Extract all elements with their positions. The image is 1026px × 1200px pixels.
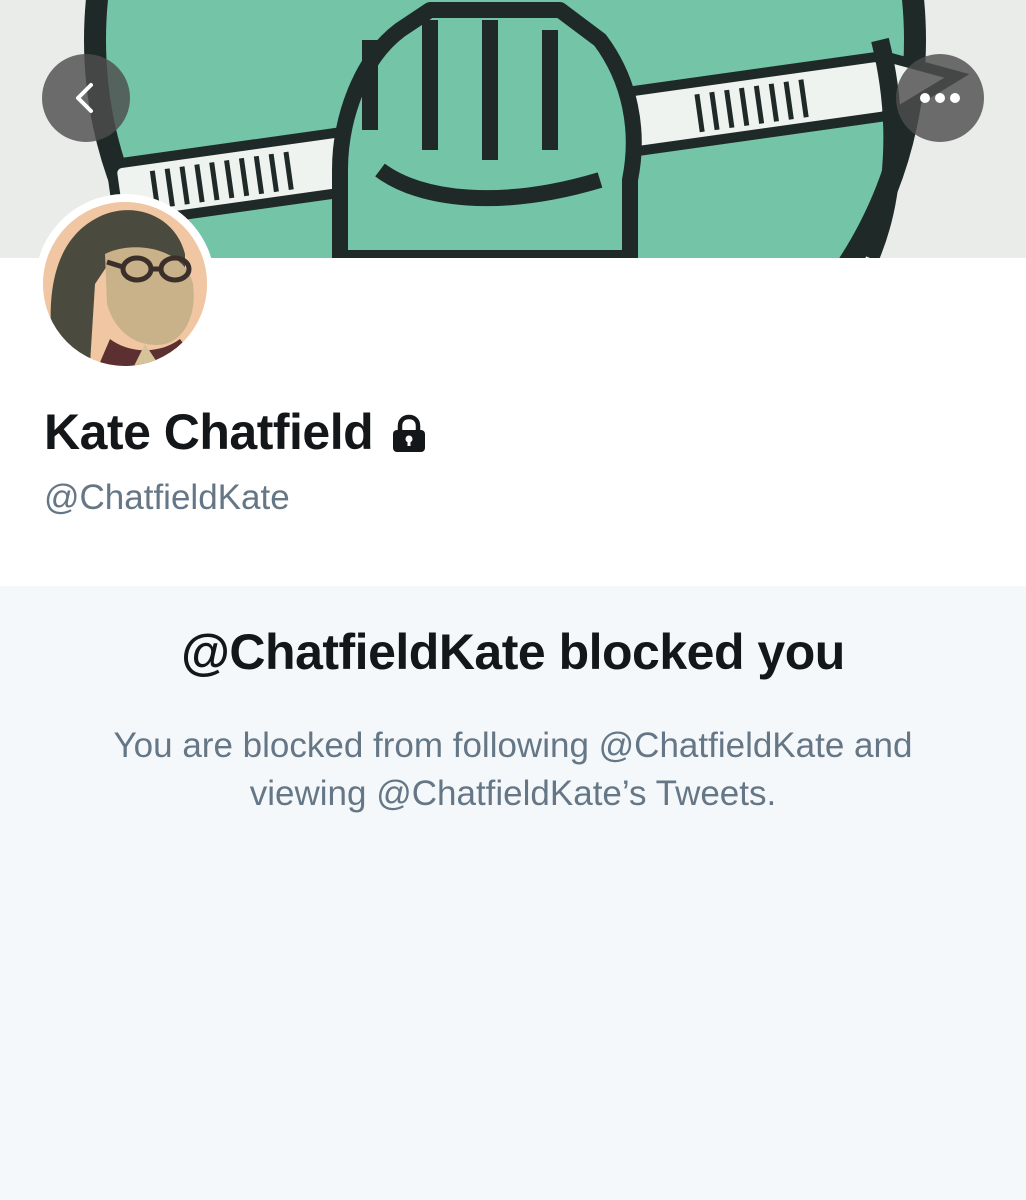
name-row: Kate Chatfield	[44, 402, 429, 462]
profile-page: Kate Chatfield @ChatfieldKate @Chatfield…	[0, 0, 1026, 1200]
blocked-description-line-1: You are blocked from following @Chatfiel…	[113, 726, 913, 765]
user-handle: @ChatfieldKate	[44, 478, 290, 517]
lock-icon	[389, 414, 429, 454]
chevron-left-icon	[76, 83, 93, 113]
blocked-title: @ChatfieldKate blocked you	[181, 624, 845, 680]
back-button[interactable]	[42, 54, 130, 142]
more-horizontal-icon	[920, 93, 960, 103]
display-name: Kate Chatfield	[44, 404, 374, 460]
blocked-description: You are blocked from following @Chatfiel…	[40, 722, 986, 818]
avatar-portrait	[35, 194, 215, 374]
blocked-description-line-2: viewing @ChatfieldKate’s Tweets.	[249, 774, 777, 813]
more-options-button[interactable]	[896, 54, 984, 142]
avatar[interactable]	[35, 194, 215, 374]
